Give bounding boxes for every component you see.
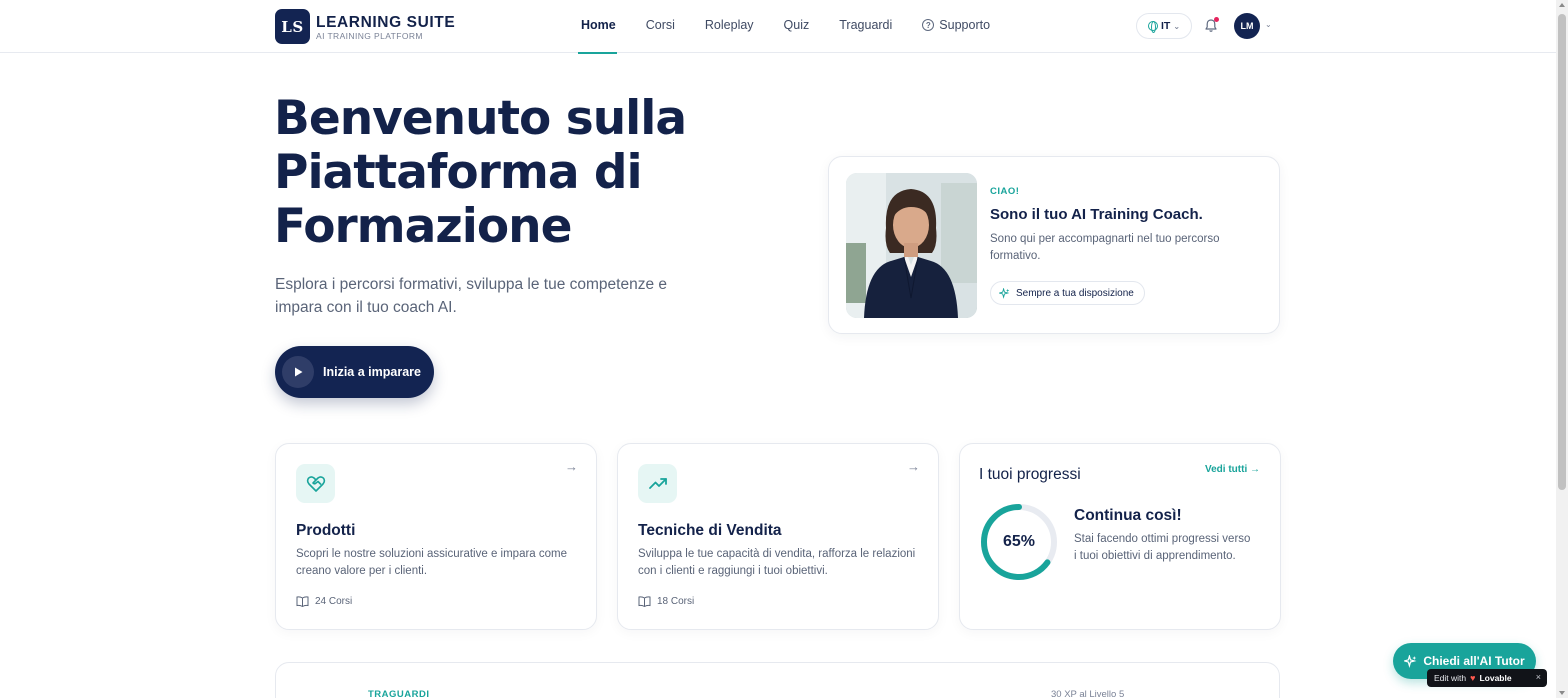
start-learning-label: Inizia a imparare: [323, 365, 421, 379]
progress-card: I tuoi progressi Vedi tutti → 65% Contin…: [959, 443, 1281, 630]
see-all-link[interactable]: Vedi tutti →: [1205, 464, 1260, 475]
notification-badge: [1214, 17, 1219, 22]
chevron-down-icon: ⌄: [1173, 21, 1181, 31]
lovable-badge[interactable]: Edit with ♥ Lovable ×: [1427, 669, 1547, 687]
heart-handshake-icon: [296, 464, 335, 503]
coach-eyebrow: CIAO!: [990, 186, 1020, 197]
scroll-thumb[interactable]: [1558, 14, 1566, 490]
coach-pill-label: Sempre a tua disposizione: [1016, 287, 1134, 299]
scroll-up-icon[interactable]: [1559, 3, 1565, 7]
book-open-icon: [638, 596, 651, 607]
trending-up-icon: [638, 464, 677, 503]
card-title: Prodotti: [296, 522, 356, 539]
start-learning-button[interactable]: Inizia a imparare: [275, 346, 434, 398]
achievements-eyebrow: TRAGUARDI: [368, 689, 430, 698]
xp-to-next-level: 30 XP al Livello 5: [1051, 689, 1125, 698]
card-title: Tecniche di Vendita: [638, 522, 782, 539]
nav-item-corsi[interactable]: Corsi: [646, 18, 675, 32]
nav-item-traguardi[interactable]: Traguardi: [839, 18, 892, 32]
avatar[interactable]: LM: [1234, 13, 1260, 39]
nav-item-supporto[interactable]: ? Supporto: [922, 18, 990, 32]
card-prodotti[interactable]: → Prodotti Scopri le nostre soluzioni as…: [275, 443, 597, 630]
lovable-brand: Lovable: [1479, 673, 1512, 683]
lovable-heart-icon: ♥: [1470, 673, 1476, 683]
progress-headline: Continua così!: [1074, 507, 1182, 524]
avatar-chevron-down-icon[interactable]: ⌄: [1265, 20, 1272, 29]
progress-text: Stai facendo ottimi progressi verso i tu…: [1074, 533, 1251, 562]
language-label: IT: [1160, 20, 1171, 32]
nav-item-supporto-label: Supporto: [939, 18, 991, 32]
brand-title: LEARNING SUITE: [316, 14, 456, 31]
card-course-count: 18 Corsi: [638, 596, 694, 607]
ask-ai-tutor-label: Chiedi all'AI Tutor: [1423, 654, 1525, 668]
hero-title: Benvenuto sulla Piattaforma di Formazion…: [274, 91, 687, 254]
lovable-prefix: Edit with: [1434, 673, 1467, 683]
card-course-count: 24 Corsi: [296, 596, 352, 607]
progress-percent: 65%: [1002, 533, 1036, 550]
coach-card: CIAO! Sono il tuo AI Training Coach. Son…: [828, 156, 1280, 334]
globe-icon: [1147, 21, 1158, 33]
main-nav: Home Corsi Roleplay Quiz Traguardi ? Sup…: [581, 18, 1020, 32]
language-selector[interactable]: IT ⌄: [1136, 13, 1192, 39]
coach-text: Sono qui per accompagnarti nel tuo perco…: [990, 233, 1220, 262]
nav-item-quiz[interactable]: Quiz: [784, 18, 810, 32]
card-tecniche-di-vendita[interactable]: → Tecniche di Vendita Sviluppa le tue ca…: [617, 443, 939, 630]
card-description: Sviluppa le tue capacità di vendita, raf…: [638, 548, 916, 577]
nav-item-home[interactable]: Home: [581, 18, 616, 32]
arrow-right-icon[interactable]: →: [907, 459, 920, 474]
close-icon[interactable]: ×: [1536, 672, 1541, 682]
logo-icon[interactable]: LS: [275, 9, 310, 44]
sparkles-icon: [999, 287, 1010, 299]
progress-title: I tuoi progressi: [979, 466, 1081, 483]
nav-active-indicator: [578, 52, 617, 54]
card-course-count-label: 24 Corsi: [315, 596, 353, 607]
card-course-count-label: 18 Corsi: [657, 596, 695, 607]
book-open-icon: [296, 596, 309, 607]
coach-title: Sono il tuo AI Training Coach.: [990, 206, 1203, 223]
play-icon: [282, 356, 314, 388]
coach-photo: [846, 173, 977, 318]
hero-subtitle: Esplora i percorsi formativi, sviluppa l…: [275, 276, 667, 316]
help-circle-icon: ?: [922, 19, 935, 31]
coach-availability-pill[interactable]: Sempre a tua disposizione: [990, 281, 1145, 305]
brand-subtitle: AI TRAINING PLATFORM: [316, 31, 423, 41]
card-description: Scopri le nostre soluzioni assicurative …: [296, 548, 568, 577]
scroll-down-icon[interactable]: [1559, 691, 1565, 695]
scrollbar[interactable]: [1556, 0, 1568, 698]
nav-item-roleplay[interactable]: Roleplay: [705, 18, 754, 32]
achievements-card: TRAGUARDI 30 XP al Livello 5: [275, 662, 1280, 698]
sparkles-icon: [1404, 654, 1417, 668]
top-navbar: LS LEARNING SUITE AI TRAINING PLATFORM H…: [0, 0, 1556, 53]
arrow-right-icon[interactable]: →: [565, 459, 578, 474]
